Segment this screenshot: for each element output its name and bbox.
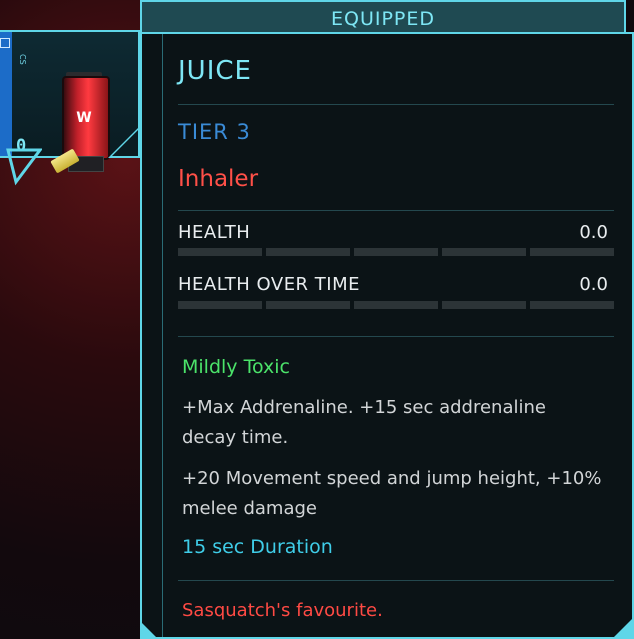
slot-side-text: CS xyxy=(18,54,27,65)
brand-logo-icon: W xyxy=(76,110,92,126)
effect-description: +Max Addrenaline. +15 sec addrenaline de… xyxy=(182,397,546,448)
tooltip-body: JUICE TIER 3 Inhaler HEALTH 0.0 HEALTH O… xyxy=(140,32,634,639)
inner-border-line xyxy=(162,34,163,637)
stat-health-over-time-bar xyxy=(178,301,614,309)
panel-corner xyxy=(140,621,158,639)
effect-description: +20 Movement speed and jump height, +10%… xyxy=(182,468,602,519)
stat-health-value: 0.0 xyxy=(579,222,608,243)
stat-health-bar xyxy=(178,248,614,256)
slot-corner-inner xyxy=(112,130,138,156)
item-type: Inhaler xyxy=(178,166,259,192)
item-title: JUICE xyxy=(178,56,252,86)
stat-health-over-time-label: HEALTH OVER TIME xyxy=(178,274,360,295)
slot-side-strip xyxy=(0,32,12,156)
item-slot[interactable]: CS W 0 xyxy=(0,30,140,174)
equipped-header: EQUIPPED xyxy=(140,0,626,34)
divider xyxy=(178,104,614,105)
modifier-label: Mildly Toxic xyxy=(182,356,290,378)
item-tier: TIER 3 xyxy=(178,120,251,144)
stat-health-over-time-value: 0.0 xyxy=(579,274,608,295)
duration-label: 15 sec Duration xyxy=(182,536,333,558)
checkbox-icon xyxy=(0,38,10,48)
slot-pointer-icon xyxy=(6,148,42,186)
divider xyxy=(178,580,614,581)
flavor-text: Sasquatch's favourite. xyxy=(182,600,383,621)
panel-corner xyxy=(612,617,634,639)
item-tooltip: EQUIPPED JUICE TIER 3 Inhaler HEALTH 0.0… xyxy=(140,0,634,639)
divider xyxy=(178,336,614,337)
stat-health-label: HEALTH xyxy=(178,222,251,243)
divider xyxy=(178,210,614,211)
